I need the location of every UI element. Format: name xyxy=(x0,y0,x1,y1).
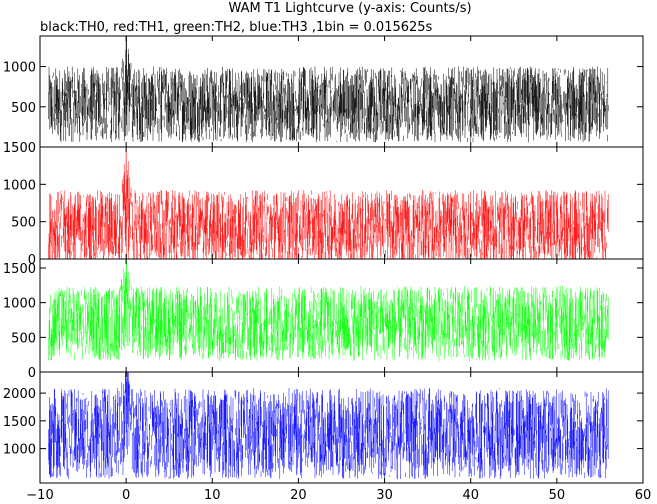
series-TH0-trace xyxy=(48,36,609,143)
y-tick-label: 500 xyxy=(11,216,36,231)
x-tick-label: 20 xyxy=(290,488,307,503)
x-tick-label: −10 xyxy=(26,488,53,503)
y-tick-label: 1500 xyxy=(3,141,36,156)
series-TH3-trace xyxy=(48,372,609,479)
chart-title: WAM T1 Lightcurve (y-axis: Counts/s) xyxy=(228,1,471,16)
x-tick-label: 30 xyxy=(376,488,393,503)
y-tick-label: 1500 xyxy=(3,415,36,430)
panel-TH2: 0 500 1000 1500 xyxy=(3,258,644,381)
panel-TH0: 500 1000 xyxy=(3,35,644,148)
panel-TH3: 1000 1500 2000 xyxy=(3,371,644,484)
x-tick-label: 10 xyxy=(204,488,221,503)
y-tick-label: 1000 xyxy=(3,61,36,76)
panels-group: 5001000050010001500050010001500100015002… xyxy=(3,35,644,484)
x-tick-label: 40 xyxy=(462,488,479,503)
x-tick-label: 0 xyxy=(122,488,130,503)
y-tick-label: 1000 xyxy=(3,443,36,458)
y-tick-label: 500 xyxy=(11,101,36,116)
x-tick-label: 60 xyxy=(635,488,652,503)
panel-TH1: 050010001500 xyxy=(3,141,644,268)
y-tick-label: 500 xyxy=(11,331,36,346)
x-tick-label: 50 xyxy=(549,488,566,503)
y-tick-label: 1500 xyxy=(3,262,36,277)
series-TH2-trace xyxy=(48,259,609,361)
y-tick-label: 0 xyxy=(28,366,36,381)
y-tick-label: 2000 xyxy=(3,387,36,402)
lightcurve-chart: WAM T1 Lightcurve (y-axis: Counts/s) bla… xyxy=(3,1,651,503)
y-tick-label: 1000 xyxy=(3,297,36,312)
y-tick-label: 1000 xyxy=(3,178,36,193)
series-TH1-trace xyxy=(48,148,609,259)
x-axis: −10 0 10 20 30 40 50 60 xyxy=(26,488,651,503)
chart-subtitle: black:TH0, red:TH1, green:TH2, blue:TH3 … xyxy=(40,20,433,35)
